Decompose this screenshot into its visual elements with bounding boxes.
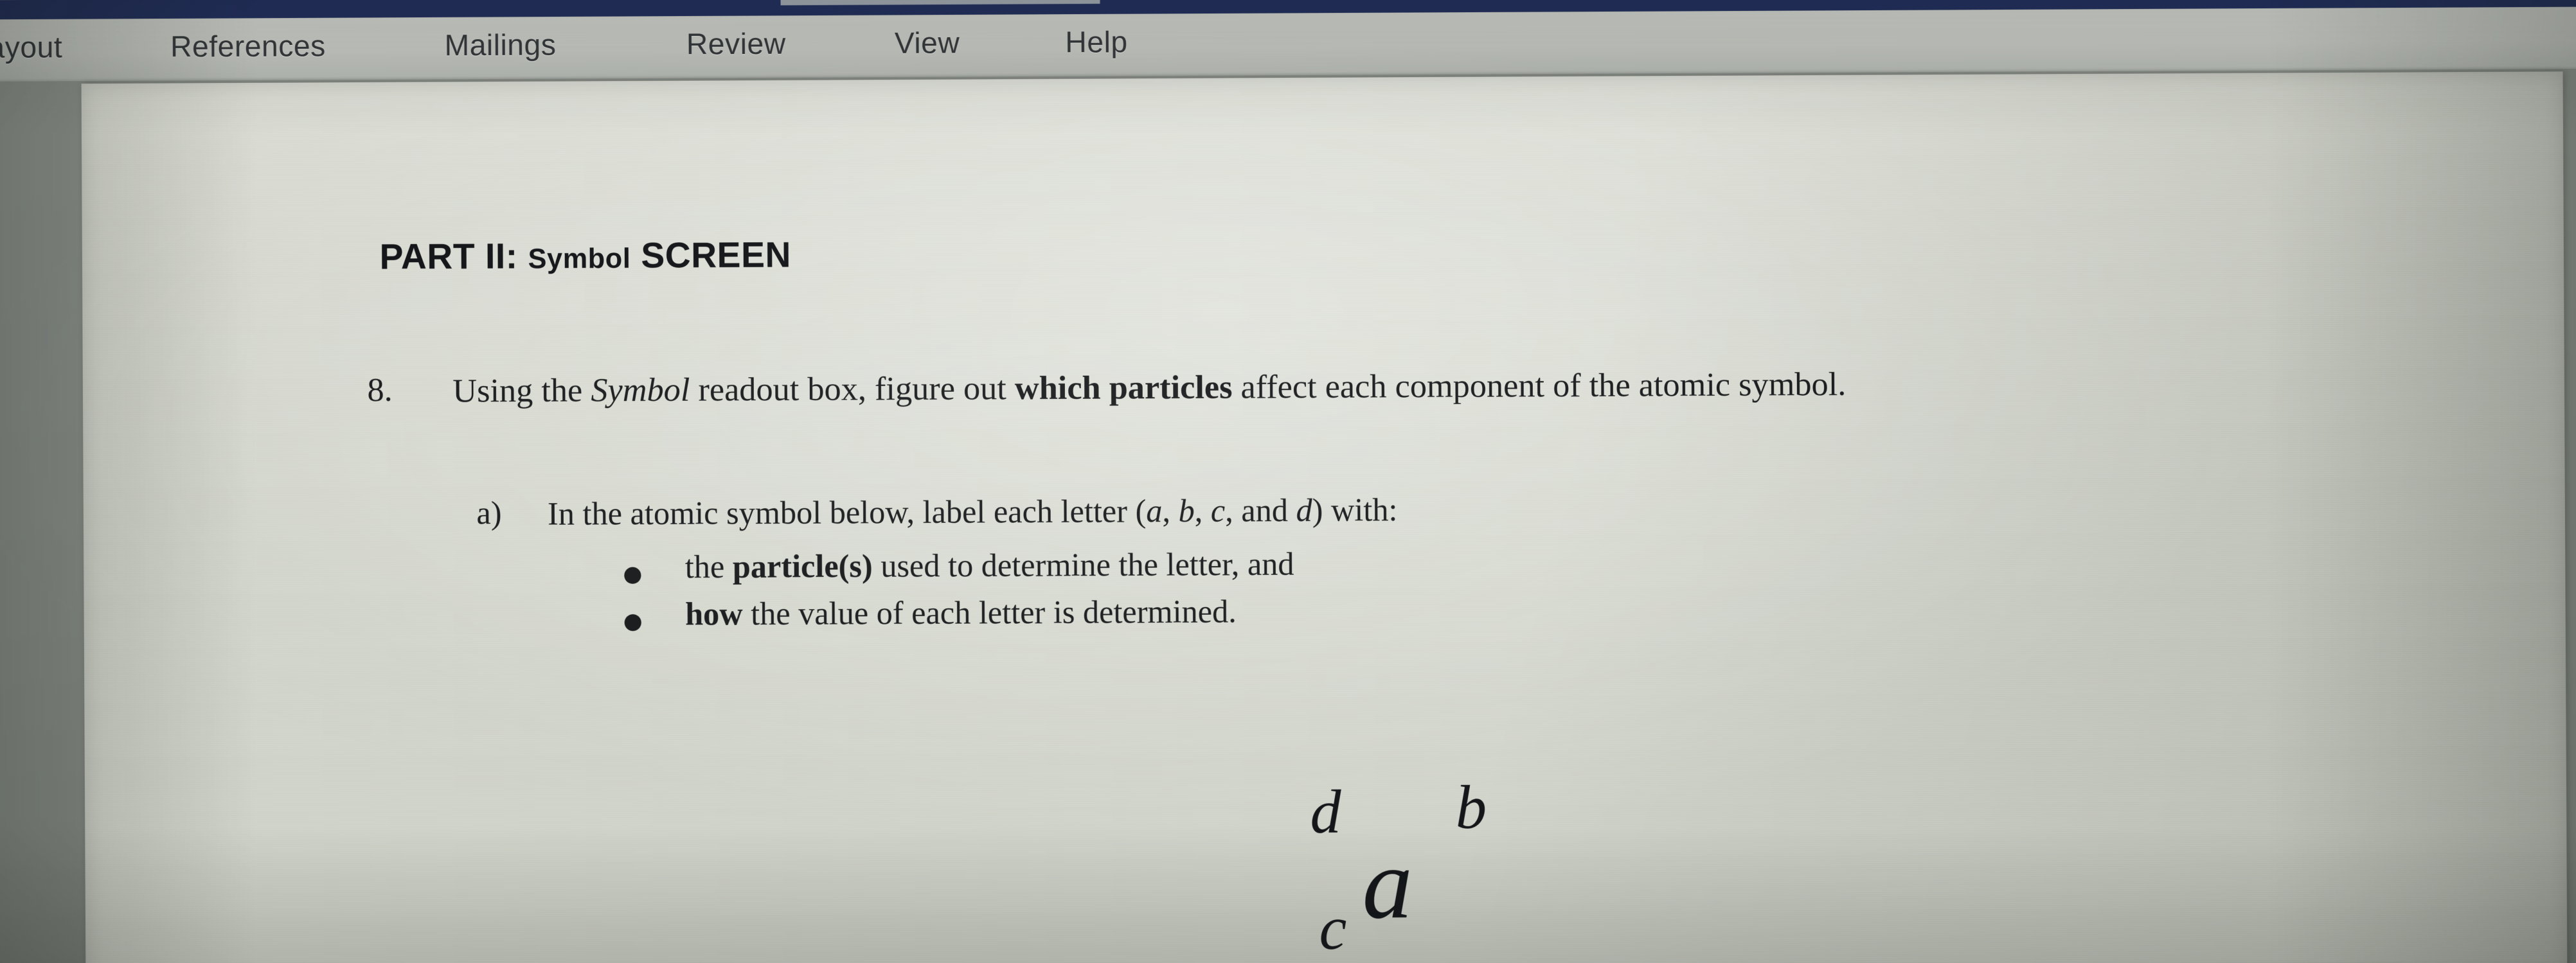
ribbon-tab-layout[interactable]: Layout: [0, 30, 62, 65]
sub-item-sep1: ,: [1162, 492, 1179, 529]
question-text-part3: affect each component of the atomic symb…: [1232, 366, 1847, 406]
sub-item-letter-d: d: [1296, 491, 1312, 529]
atomic-symbol-main: a: [1362, 827, 1413, 940]
atomic-symbol-superscript-right: b: [1455, 772, 1487, 842]
question-text: Using the Symbol readout box, figure out…: [452, 361, 2431, 412]
sub-item-marker-a: a): [476, 494, 502, 531]
sub-item-letter-c: c: [1210, 492, 1226, 529]
question-text-part1: Using the: [452, 372, 591, 410]
question-number: 8.: [367, 371, 393, 409]
atomic-symbol-superscript-left: d: [1310, 777, 1341, 847]
bullet-marker-icon: [624, 614, 641, 632]
heading-part-label: PART II:: [379, 236, 528, 277]
bullet-item-1: the particle(s) used to determine the le…: [685, 545, 1294, 585]
sub-item-text-part1: In the atomic symbol below, label each l…: [547, 493, 1147, 532]
question-italic-symbol: Symbol: [591, 371, 690, 409]
sub-item-sep3: , and: [1225, 491, 1296, 529]
bullet-1-pre: the: [684, 548, 733, 585]
heading-rest: SCREEN: [631, 234, 792, 276]
sub-item-text-a: In the atomic symbol below, label each l…: [548, 490, 1398, 534]
document-content: PART II: Symbol SCREEN 8. Using the Symb…: [82, 71, 2568, 963]
bullet-item-2: how the value of each letter is determin…: [685, 592, 1237, 633]
ribbon-tab-mailings[interactable]: Mailings: [444, 27, 556, 62]
bullet-marker-icon: [624, 567, 641, 584]
monitor-screen: Layout References Mailings Review View H…: [0, 0, 2576, 963]
atomic-symbol-formula: d c a b: [1242, 748, 1553, 963]
page-title: PART II: Symbol SCREEN: [379, 234, 791, 278]
bullet-1-post: used to determine the letter, and: [872, 545, 1294, 584]
ribbon-tab-view[interactable]: View: [895, 25, 960, 60]
atomic-symbol-subscript-left: c: [1319, 893, 1347, 963]
bullet-1-bold: particle(s): [732, 547, 873, 585]
sub-item-text-part2: ) with:: [1312, 491, 1398, 529]
photo-of-screen: Layout References Mailings Review View H…: [0, 0, 2576, 963]
sub-item-sep2: ,: [1194, 492, 1211, 529]
title-bar-tab-stub: [780, 0, 1100, 6]
sub-item-letter-a: a: [1146, 492, 1163, 529]
document-page[interactable]: PART II: Symbol SCREEN 8. Using the Symb…: [81, 71, 2568, 963]
bullet-2-bold: how: [684, 596, 743, 632]
sub-item-letter-b: b: [1178, 492, 1195, 529]
question-text-part2: readout box, figure out: [690, 369, 1015, 409]
bullet-2-post: the value of each letter is determined.: [742, 593, 1237, 632]
ribbon-tab-references[interactable]: References: [170, 28, 326, 64]
question-bold-which-particles: which particles: [1014, 369, 1233, 407]
ribbon-tab-review[interactable]: Review: [686, 26, 786, 61]
ribbon-tab-help[interactable]: Help: [1065, 24, 1127, 60]
heading-small-caps: Symbol: [528, 243, 631, 275]
